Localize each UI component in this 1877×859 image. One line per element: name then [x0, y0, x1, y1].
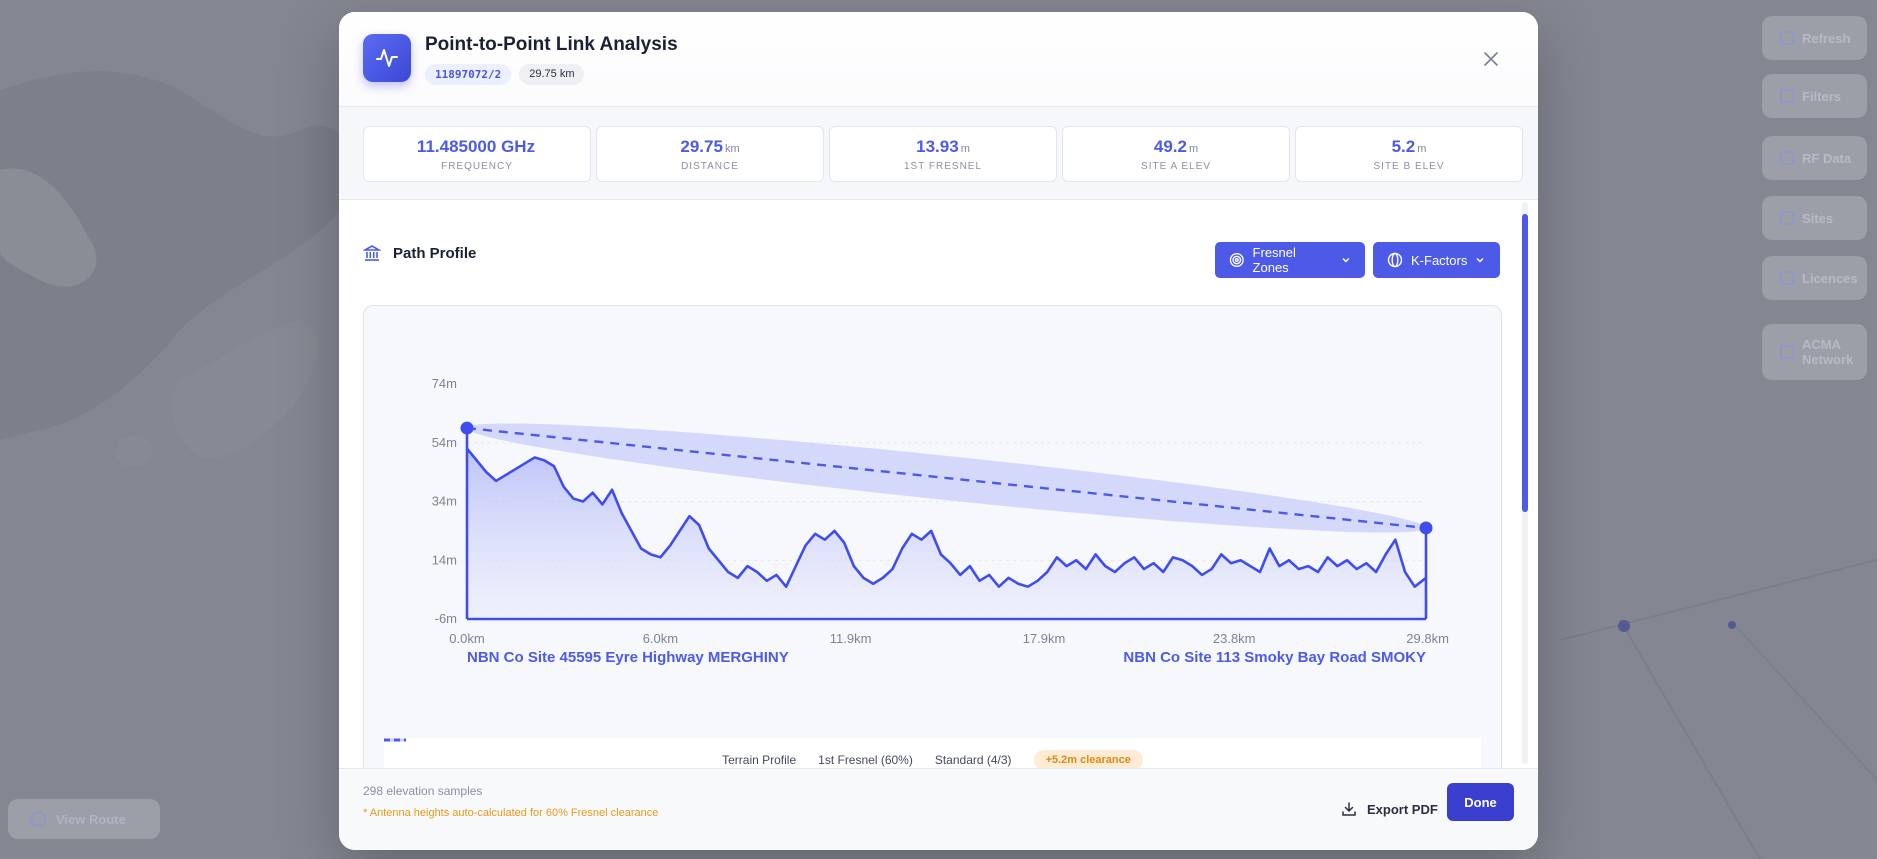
licence-icon: [1780, 271, 1794, 285]
y-tick-label: 14m: [432, 552, 457, 567]
stat-site-a-elev: 49.2 m SITE A ELEV: [1062, 126, 1290, 182]
stat-value: 5.2: [1391, 136, 1416, 156]
x-tick-label: 0.0km: [449, 631, 484, 646]
antenna-note: * Antenna heights auto-calculated for 60…: [363, 807, 659, 819]
modal-footer: 298 elevation samples * Antenna heights …: [339, 768, 1538, 850]
site-b-antenna-point: [1419, 521, 1433, 535]
network-icon: [1780, 345, 1794, 359]
modal-header: Point-to-Point Link Analysis 11897072/2 …: [339, 12, 1538, 107]
stat-label: SITE A ELEV: [1141, 160, 1211, 172]
section-title: Path Profile: [393, 244, 477, 262]
filter-icon: [1780, 89, 1794, 103]
legend-label: Terrain Profile: [722, 753, 797, 767]
refresh-icon: [1780, 31, 1794, 45]
activity-icon: [363, 34, 411, 82]
filters-button[interactable]: Filters: [1762, 74, 1867, 118]
k-factors-dropdown[interactable]: K-Factors: [1373, 242, 1500, 278]
site-a-name: NBN Co Site 45595 Eyre Highway MERGHINY: [467, 649, 789, 666]
chevron-down-icon: [1476, 257, 1484, 263]
header-badges: 11897072/2 29.75 km: [425, 64, 585, 85]
site-b-name: NBN Co Site 113 Smoky Bay Road SMOKY: [1123, 649, 1426, 666]
legend-swatch-standard: [384, 738, 406, 742]
stat-distance: 29.75 km DISTANCE: [596, 126, 824, 182]
y-tick-label: 34m: [432, 494, 457, 509]
chart-icon: [1780, 151, 1794, 165]
stat-fresnel: 13.93 m 1ST FRESNEL: [829, 126, 1057, 182]
stat-site-b-elev: 5.2 m SITE B ELEV: [1295, 126, 1523, 182]
globe-icon: [1387, 252, 1403, 268]
stat-value: 11.485000 GHz: [416, 136, 536, 156]
section-header: Path Profile: [363, 244, 476, 262]
sample-count: 298 elevation samples: [363, 784, 483, 798]
profile-svg: 74m 54m 34m 14m -6m 0.0km 6.0km 11.9km 17.9km 23.…: [432, 376, 1449, 666]
dropdown-label: K-Factors: [1411, 252, 1468, 268]
stat-unit: m: [1417, 142, 1427, 155]
landmark-icon: [363, 245, 381, 261]
sites-button[interactable]: Sites: [1762, 196, 1867, 240]
scrollbar-thumb[interactable]: [1522, 214, 1528, 512]
distance-badge: 29.75 km: [519, 64, 585, 85]
clearance-badge: +5.2m clearance: [1033, 750, 1143, 769]
x-tick-label: 11.9km: [830, 631, 872, 646]
route-icon: [30, 811, 46, 827]
export-pdf-button[interactable]: Export PDF: [1329, 791, 1450, 827]
y-tick-label: -6m: [435, 611, 457, 626]
rf-data-button[interactable]: RF Data: [1762, 136, 1867, 180]
stat-unit: m: [960, 142, 970, 155]
x-tick-label: 6.0km: [643, 631, 678, 646]
done-button[interactable]: Done: [1447, 783, 1514, 821]
stat-frequency: 11.485000 GHz FREQUENCY: [363, 126, 591, 182]
refresh-button[interactable]: Refresh: [1762, 16, 1867, 60]
stat-label: 1ST FRESNEL: [903, 160, 983, 172]
link-id-badge: 11897072/2: [425, 64, 512, 85]
legend-label: 1st Fresnel (60%): [818, 753, 913, 767]
export-label: Export PDF: [1367, 801, 1438, 817]
dropdown-label: Fresnel Zones: [1252, 245, 1296, 275]
target-icon: [1229, 253, 1244, 267]
stat-value: 49.2: [1153, 136, 1187, 156]
x-tick-label: 17.9km: [1023, 631, 1066, 646]
site-a-antenna-point: [460, 421, 474, 435]
download-icon: [1342, 802, 1356, 816]
x-tick-label: 23.8km: [1213, 631, 1256, 646]
site-icon: [1780, 211, 1794, 225]
stat-value: 29.75: [680, 136, 723, 156]
close-icon: [1484, 52, 1498, 66]
stat-unit: km: [724, 142, 740, 155]
legend-fresnel: 1st Fresnel (60%): [384, 738, 913, 767]
stat-unit: m: [1188, 142, 1199, 155]
chevron-down-icon: [1342, 258, 1350, 263]
stat-value: 13.93: [916, 136, 959, 156]
stat-label: FREQUENCY: [441, 160, 513, 172]
y-tick-label: 74m: [432, 376, 457, 391]
x-tick-label: 29.8km: [1406, 631, 1449, 646]
path-profile-chart: 74m 54m 34m 14m -6m 0.0km 6.0km 11.9km 17.9km 23.…: [363, 305, 1502, 769]
legend-terrain: Terrain Profile: [384, 738, 797, 767]
link-analysis-modal: Point-to-Point Link Analysis 11897072/2 …: [339, 12, 1538, 850]
stat-label: DISTANCE: [681, 160, 739, 172]
view-route-button[interactable]: View Route: [8, 799, 160, 839]
licences-button[interactable]: Licences: [1762, 256, 1867, 300]
modal-title: Point-to-Point Link Analysis: [425, 34, 678, 55]
fresnel-zones-dropdown[interactable]: Fresnel Zones: [1215, 242, 1365, 278]
modal-body[interactable]: Path Profile Fresnel Zones K-Factors 74m…: [339, 198, 1538, 769]
stats-strip: 11.485000 GHz FREQUENCY 29.75 km DISTANCE…: [339, 107, 1538, 200]
legend-label: Standard (4/3): [934, 753, 1012, 767]
acma-network-button[interactable]: ACMA Network: [1762, 324, 1867, 380]
chart-legend: Terrain Profile 1st Fresnel (60%) Standa…: [384, 738, 1481, 769]
stat-label: SITE B ELEV: [1373, 160, 1445, 172]
stats-row: 11.485000 GHz FREQUENCY 29.75 km DISTANCE…: [363, 126, 1523, 182]
legend-standard: Standard (4/3): [384, 738, 1012, 767]
close-button[interactable]: [1480, 48, 1502, 70]
y-tick-label: 54m: [432, 435, 457, 450]
